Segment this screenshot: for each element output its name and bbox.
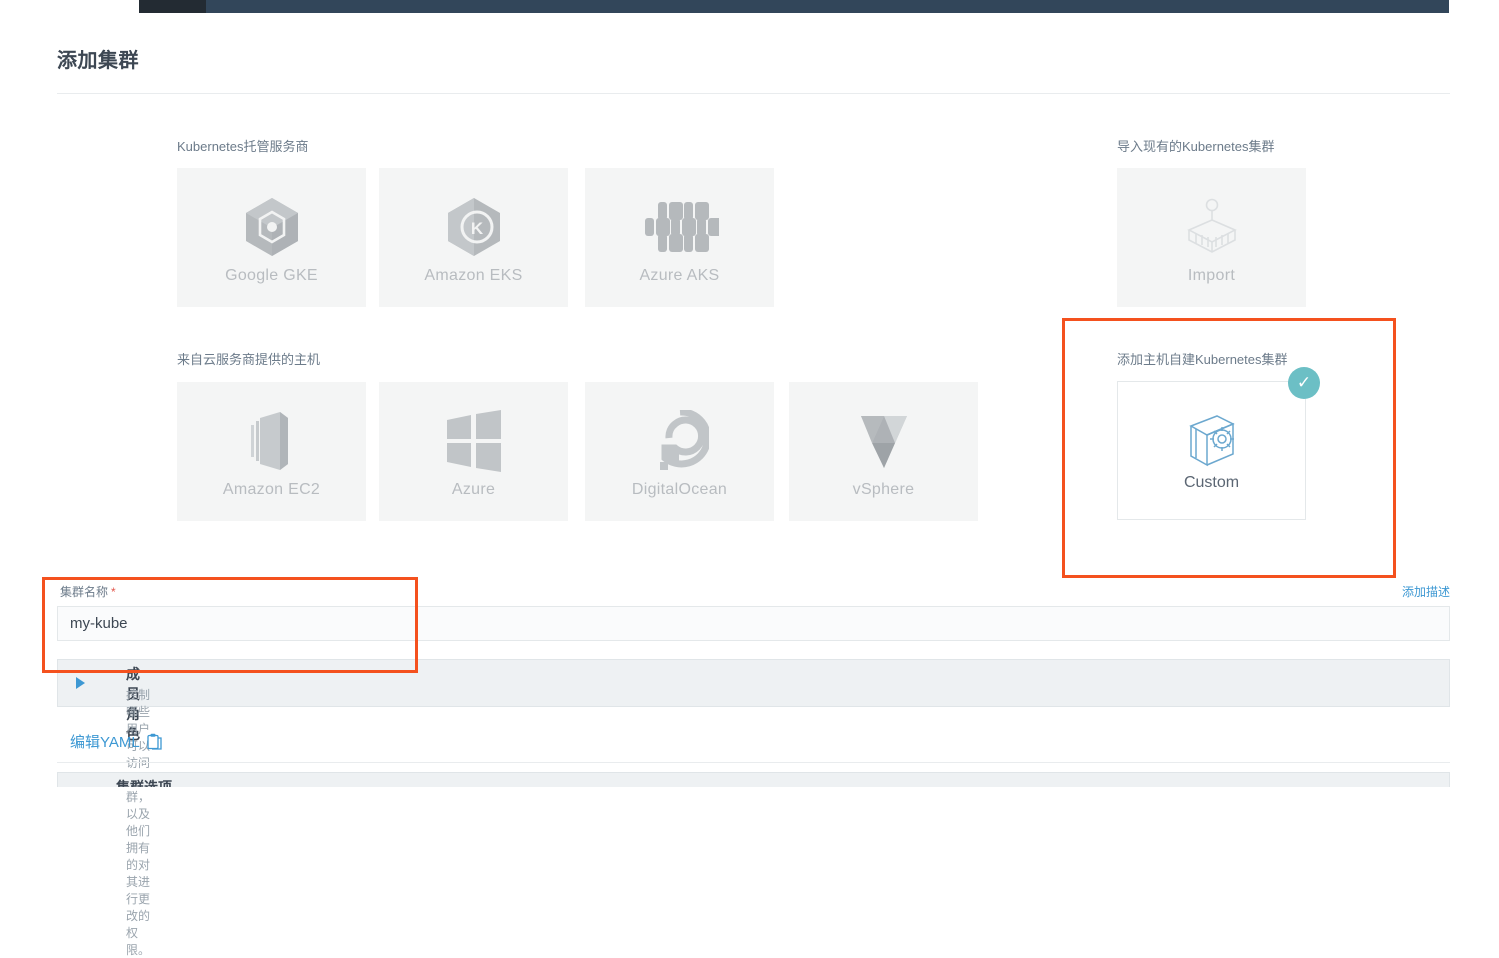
provider-card-ec2[interactable]: Amazon EC2 bbox=[177, 382, 366, 521]
vsphere-icon bbox=[855, 405, 913, 477]
provider-card-label: Google GKE bbox=[225, 266, 318, 284]
edit-yaml-label: 编辑YAML bbox=[70, 734, 140, 751]
provider-card-eks[interactable]: K Amazon EKS bbox=[379, 168, 568, 307]
provider-card-aks[interactable]: Azure AKS bbox=[585, 168, 774, 307]
amazon-eks-icon: K bbox=[445, 191, 503, 263]
provider-card-vsphere[interactable]: vSphere bbox=[789, 382, 978, 521]
expand-arrow-icon[interactable] bbox=[76, 677, 85, 689]
custom-box-gear-icon bbox=[1179, 410, 1245, 474]
provider-card-label: Amazon EKS bbox=[424, 266, 523, 284]
provider-card-label: Amazon EC2 bbox=[222, 480, 321, 498]
provider-card-label: Azure AKS bbox=[639, 266, 720, 284]
provider-card-azure[interactable]: Azure bbox=[379, 382, 568, 521]
browser-tab-active[interactable] bbox=[139, 0, 206, 13]
azure-aks-icon bbox=[641, 191, 719, 263]
google-gke-icon bbox=[243, 191, 301, 263]
clipboard-icon bbox=[147, 733, 162, 750]
member-roles-section[interactable]: 成员角色 控制哪些用户可以访问集群，以及他们拥有的对其进行更改的权限。 bbox=[57, 659, 1450, 957]
add-description-link[interactable]: 添加描述 bbox=[1402, 583, 1450, 600]
cluster-options-title: 集群选项 bbox=[116, 779, 172, 787]
provider-card-custom[interactable]: Custom bbox=[1117, 381, 1306, 520]
digitalocean-icon bbox=[651, 405, 709, 477]
section-label-import: 导入现有的Kubernetes集群 bbox=[1117, 139, 1275, 154]
import-container-icon bbox=[1181, 191, 1243, 263]
browser-chrome-bar bbox=[0, 0, 1499, 13]
provider-card-import[interactable]: Import bbox=[1117, 168, 1306, 307]
required-asterisk: * bbox=[111, 585, 116, 599]
custom-selected-check-icon: ✓ bbox=[1288, 367, 1320, 399]
amazon-ec2-icon bbox=[246, 405, 298, 477]
provider-card-gke[interactable]: Google GKE bbox=[177, 168, 366, 307]
provider-card-label: Import bbox=[1187, 266, 1236, 284]
app-header-bar bbox=[206, 0, 1449, 13]
title-divider bbox=[57, 93, 1450, 94]
provider-card-label: Custom bbox=[1183, 473, 1240, 491]
provider-card-label: Azure bbox=[451, 480, 496, 498]
cluster-name-label: 集群名称 * bbox=[60, 583, 116, 600]
yaml-divider bbox=[57, 762, 1450, 763]
provider-card-digitalocean[interactable]: DigitalOcean bbox=[585, 382, 774, 521]
edit-yaml-link[interactable]: 编辑YAML bbox=[70, 731, 162, 752]
section-label-custom: 添加主机自建Kubernetes集群 bbox=[1117, 352, 1288, 367]
svg-text:K: K bbox=[470, 219, 483, 238]
provider-card-label: vSphere bbox=[852, 480, 915, 498]
section-label-hosted: Kubernetes托管服务商 bbox=[177, 139, 309, 154]
cluster-name-label-text: 集群名称 bbox=[60, 585, 109, 599]
cluster-name-input[interactable] bbox=[57, 606, 1450, 641]
azure-icon bbox=[443, 405, 505, 477]
page-title: 添加集群 bbox=[57, 50, 139, 72]
provider-card-label: DigitalOcean bbox=[631, 480, 728, 498]
section-label-cloud-hosts: 来自云服务商提供的主机 bbox=[177, 352, 321, 367]
member-roles-description: 控制哪些用户可以访问集群，以及他们拥有的对其进行更改的权限。 bbox=[126, 688, 151, 957]
cluster-options-section[interactable]: 集群选项 bbox=[57, 772, 1450, 787]
